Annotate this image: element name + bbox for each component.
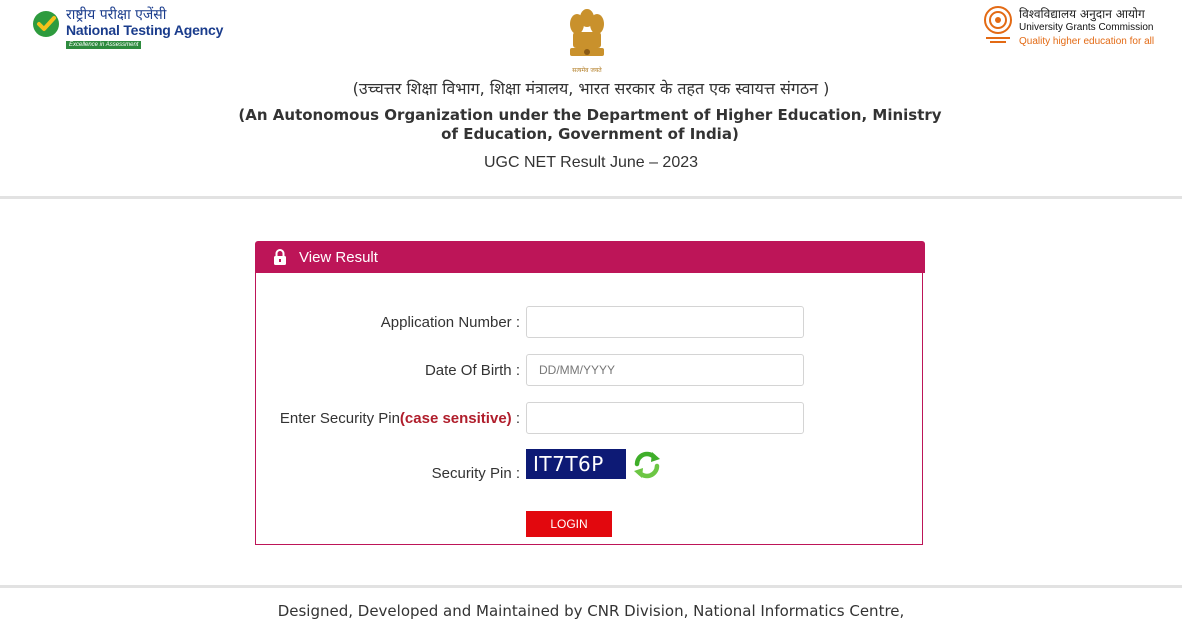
footer-divider xyxy=(0,585,1182,588)
lock-icon xyxy=(274,249,286,265)
ugc-english-name: University Grants Commission xyxy=(1019,22,1154,33)
security-pin-label-colon: : xyxy=(511,410,520,427)
login-button[interactable]: LOGIN xyxy=(526,511,612,537)
nta-logo[interactable]: राष्ट्रीय परीक्षा एजेंसी National Testin… xyxy=(32,5,232,55)
national-emblem-icon: सत्यमेव जयते xyxy=(570,9,604,74)
org-description-hindi: (उच्चत्तर शिक्षा विभाग, शिक्षा मंत्रालय,… xyxy=(352,79,830,98)
panel-title: View Result xyxy=(299,248,378,266)
org-description-english: (An Autonomous Organization under the De… xyxy=(238,106,942,143)
footer-credits: Designed, Developed and Maintained by CN… xyxy=(277,602,905,620)
page-title: UGC NET Result June – 2023 xyxy=(483,154,699,171)
date-of-birth-input[interactable] xyxy=(526,354,804,386)
nta-tagline: Excellence in Assessment xyxy=(66,41,142,49)
application-number-input[interactable] xyxy=(526,306,804,338)
view-result-panel: View Result Application Number : Date Of… xyxy=(255,241,925,545)
ugc-hindi-name: विश्वविद्यालय अनुदान आयोग xyxy=(1019,7,1145,21)
ugc-tagline: Quality higher education for all xyxy=(1019,36,1155,47)
ugc-emblem-icon xyxy=(984,6,1012,43)
page-header: राष्ट्रीय परीक्षा एजेंसी National Testin… xyxy=(0,0,1182,196)
emblem-motto: सत्यमेव जयते xyxy=(572,66,602,74)
security-pin-entry-label: Enter Security Pin(case sensitive) : xyxy=(280,410,520,427)
refresh-captcha-icon[interactable] xyxy=(631,449,663,481)
security-pin-input[interactable] xyxy=(526,402,804,434)
header-divider xyxy=(0,196,1182,199)
date-of-birth-label: Date Of Birth : xyxy=(424,362,520,379)
panel-header: View Result xyxy=(255,241,925,273)
ugc-logo[interactable]: विश्वविद्यालय अनुदान आयोग University Gra… xyxy=(982,4,1162,52)
result-form: Application Number : Date Of Birth : Ent… xyxy=(255,273,923,545)
nta-check-icon xyxy=(33,11,59,37)
captcha-image: IT7T6P xyxy=(526,449,626,479)
security-pin-label-text: Enter Security Pin xyxy=(279,410,400,427)
nta-english-name: National Testing Agency xyxy=(66,22,224,38)
application-number-label: Application Number : xyxy=(380,314,520,331)
case-sensitive-note: (case sensitive) xyxy=(399,410,512,427)
captcha-label: Security Pin : xyxy=(431,465,520,482)
